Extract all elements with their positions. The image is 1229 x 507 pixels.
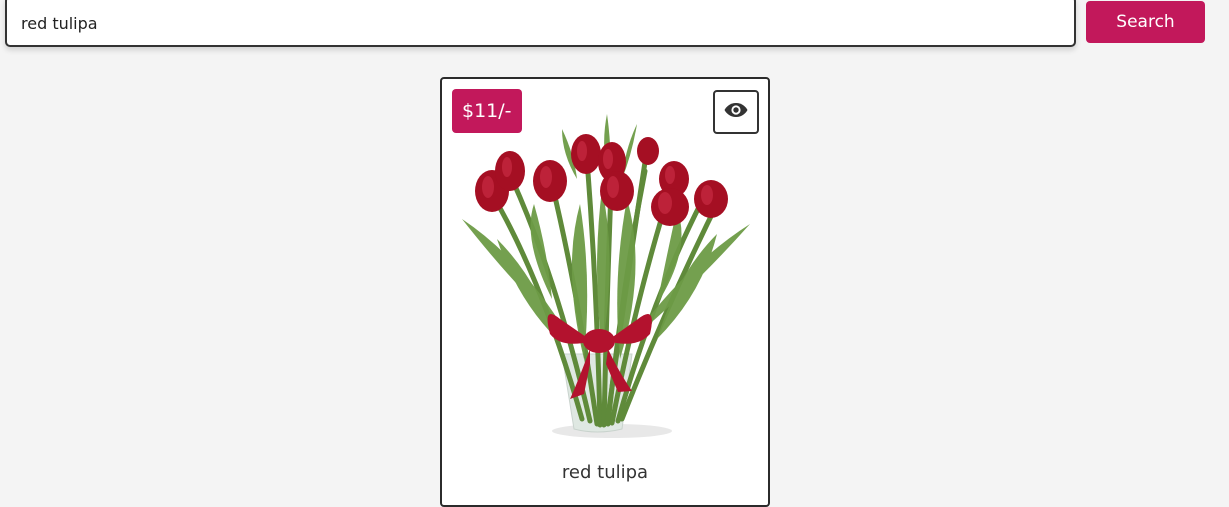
product-card[interactable]: $11/- red tulipa [440, 77, 770, 507]
search-bar [5, 0, 1076, 47]
search-input[interactable] [21, 10, 1061, 36]
product-image [462, 114, 750, 438]
product-name: red tulipa [561, 462, 649, 483]
search-button[interactable]: Search [1086, 1, 1205, 43]
